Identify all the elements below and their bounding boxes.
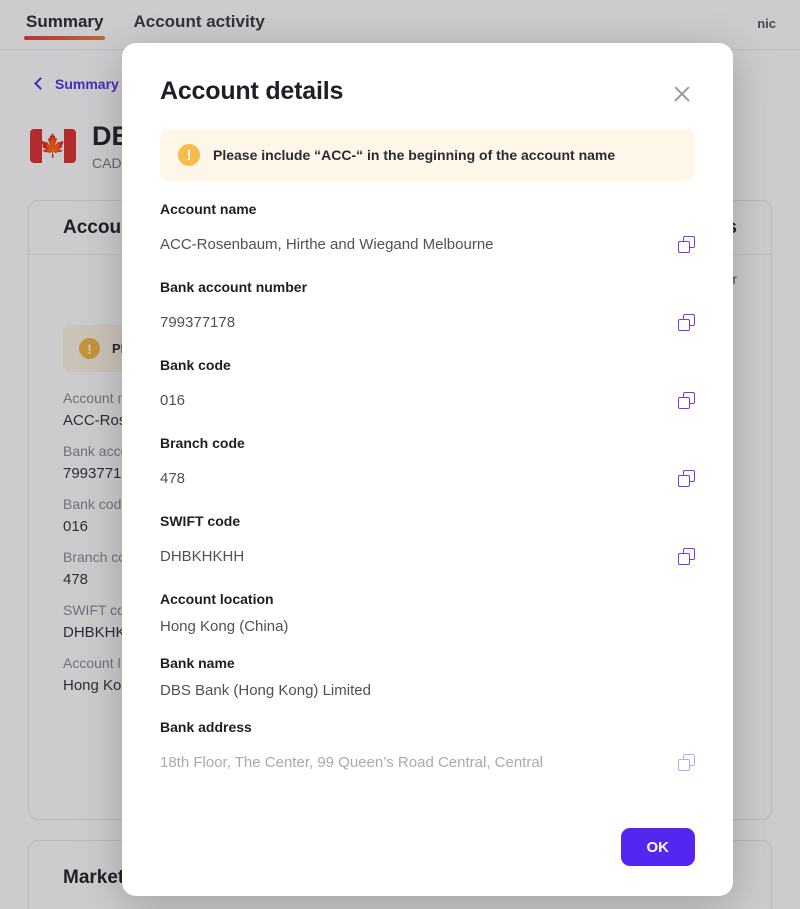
- modal-warning-text: Please include “ACC-“ in the beginning o…: [213, 147, 616, 163]
- copy-icon[interactable]: [678, 547, 695, 565]
- modal-footer: OK: [122, 828, 733, 896]
- field-value-bank-account-number: 799377178: [160, 313, 236, 331]
- field-label-branch-code: Branch code: [160, 435, 245, 451]
- copy-icon[interactable]: [678, 313, 695, 331]
- copy-icon[interactable]: [678, 469, 695, 487]
- field-label-account-location: Account location: [160, 591, 274, 607]
- field-row-swift-code: DHBKHKHH: [160, 539, 695, 573]
- copy-icon[interactable]: [678, 753, 695, 771]
- field-label-bank-account-number: Bank account number: [160, 279, 308, 295]
- page-root: Summary Account activity nic Summary 🍁 D…: [0, 0, 800, 909]
- field-value-bank-address: 18th Floor, The Center, 99 Queen’s Road …: [160, 753, 544, 771]
- modal-warning-banner: ! Please include “ACC-“ in the beginning…: [160, 129, 695, 181]
- field-label-bank-address: Bank address: [160, 719, 252, 735]
- modal-header: Account details: [122, 43, 733, 107]
- field-value-bank-code: 016: [160, 391, 186, 409]
- field-row-bank-address: 18th Floor, The Center, 99 Queen’s Road …: [160, 745, 695, 779]
- field-label-swift-code: SWIFT code: [160, 513, 241, 529]
- field-row-account-location: Hong Kong (China): [160, 615, 695, 637]
- copy-icon[interactable]: [678, 235, 695, 253]
- field-row-bank-account-number: 799377178: [160, 305, 695, 339]
- account-details-modal: Account details ! Please include “ACC-“ …: [122, 43, 733, 896]
- ok-button[interactable]: OK: [620, 828, 695, 866]
- field-value-account-location: Hong Kong (China): [160, 617, 289, 635]
- field-label-bank-name: Bank name: [160, 655, 235, 671]
- field-row-bank-name: DBS Bank (Hong Kong) Limited: [160, 679, 695, 701]
- copy-icon[interactable]: [678, 391, 695, 409]
- modal-body: Account name ACC-Rosenbaum, Hirthe and W…: [122, 181, 733, 828]
- close-icon[interactable]: [669, 81, 695, 107]
- field-value-branch-code: 478: [160, 469, 186, 487]
- field-row-account-name: ACC-Rosenbaum, Hirthe and Wiegand Melbou…: [160, 227, 695, 261]
- modal-title: Account details: [160, 77, 344, 105]
- field-row-branch-code: 478: [160, 461, 695, 495]
- field-label-bank-code: Bank code: [160, 357, 231, 373]
- field-value-bank-name: DBS Bank (Hong Kong) Limited: [160, 681, 371, 699]
- field-value-account-name: ACC-Rosenbaum, Hirthe and Wiegand Melbou…: [160, 235, 494, 253]
- field-row-bank-code: 016: [160, 383, 695, 417]
- field-value-swift-code: DHBKHKHH: [160, 547, 245, 565]
- field-label-account-name: Account name: [160, 201, 257, 217]
- warning-icon: !: [178, 144, 200, 166]
